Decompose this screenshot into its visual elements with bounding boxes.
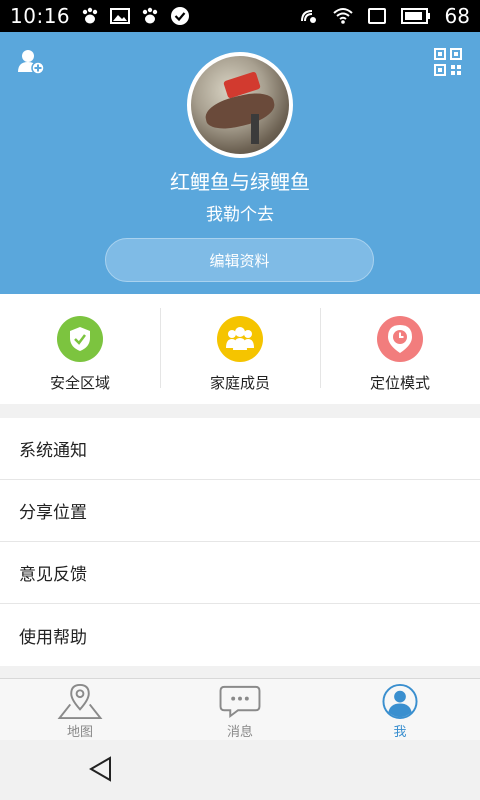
feature-label: 安全区域 [49, 374, 110, 392]
profile-header: 红鲤鱼与绿鲤鱼 我勒个去 编辑资料 [0, 32, 480, 294]
wifi-icon [332, 8, 353, 24]
tab-me[interactable]: 我 [320, 679, 480, 740]
menu-item-help[interactable]: 使用帮助 [0, 604, 480, 666]
tab-label: 地图 [66, 725, 93, 740]
menu-item-system-notifications[interactable]: 系统通知 [0, 418, 480, 480]
avatar-detail [251, 114, 259, 144]
tab-map[interactable]: 地图 [0, 679, 160, 740]
profile-name: 红鲤鱼与绿鲤鱼 [170, 170, 310, 194]
tab-messages[interactable]: 消息 [160, 679, 320, 740]
avatar[interactable] [187, 52, 293, 158]
battery-level: 68 [444, 4, 470, 28]
shield-check-icon [57, 316, 103, 362]
feature-safe-zone[interactable]: 安全区域 [0, 294, 160, 404]
avatar-detail [202, 89, 278, 133]
settings-list: 系统通知 分享位置 意见反馈 使用帮助 [0, 418, 480, 666]
feature-grid: 安全区域 家庭成员 定位模式 [0, 294, 480, 404]
user-icon [382, 683, 418, 720]
edit-profile-button[interactable]: 编辑资料 [105, 238, 374, 282]
sim-icon [367, 8, 386, 24]
status-bar: 10:16 68 [0, 0, 480, 32]
menu-item-feedback[interactable]: 意见反馈 [0, 542, 480, 604]
paw-icon [142, 7, 158, 24]
status-time: 10:16 [10, 4, 71, 28]
feature-family-members[interactable]: 家庭成员 [160, 294, 320, 404]
feature-location-mode[interactable]: 定位模式 [320, 294, 480, 404]
tab-label: 消息 [226, 725, 253, 740]
map-pin-icon [57, 683, 103, 720]
system-nav-bar [0, 740, 480, 800]
qr-code-icon[interactable] [434, 48, 462, 76]
menu-item-share-location[interactable]: 分享位置 [0, 480, 480, 542]
feature-label: 定位模式 [369, 374, 430, 392]
family-icon [217, 316, 263, 362]
location-clock-icon [377, 316, 423, 362]
paw-icon [82, 7, 98, 24]
nfc-icon [300, 10, 316, 23]
add-user-icon[interactable] [18, 48, 46, 76]
chat-bubble-icon [219, 685, 261, 719]
check-circle-icon [171, 7, 190, 25]
back-icon[interactable] [86, 754, 116, 784]
profile-signature: 我勒个去 [206, 205, 274, 225]
battery-icon [400, 8, 430, 24]
bottom-nav: 地图 消息 我 [0, 678, 480, 740]
feature-label: 家庭成员 [209, 374, 270, 392]
image-icon [110, 8, 131, 24]
tab-label: 我 [393, 725, 407, 740]
notification-icons [80, 6, 190, 26]
